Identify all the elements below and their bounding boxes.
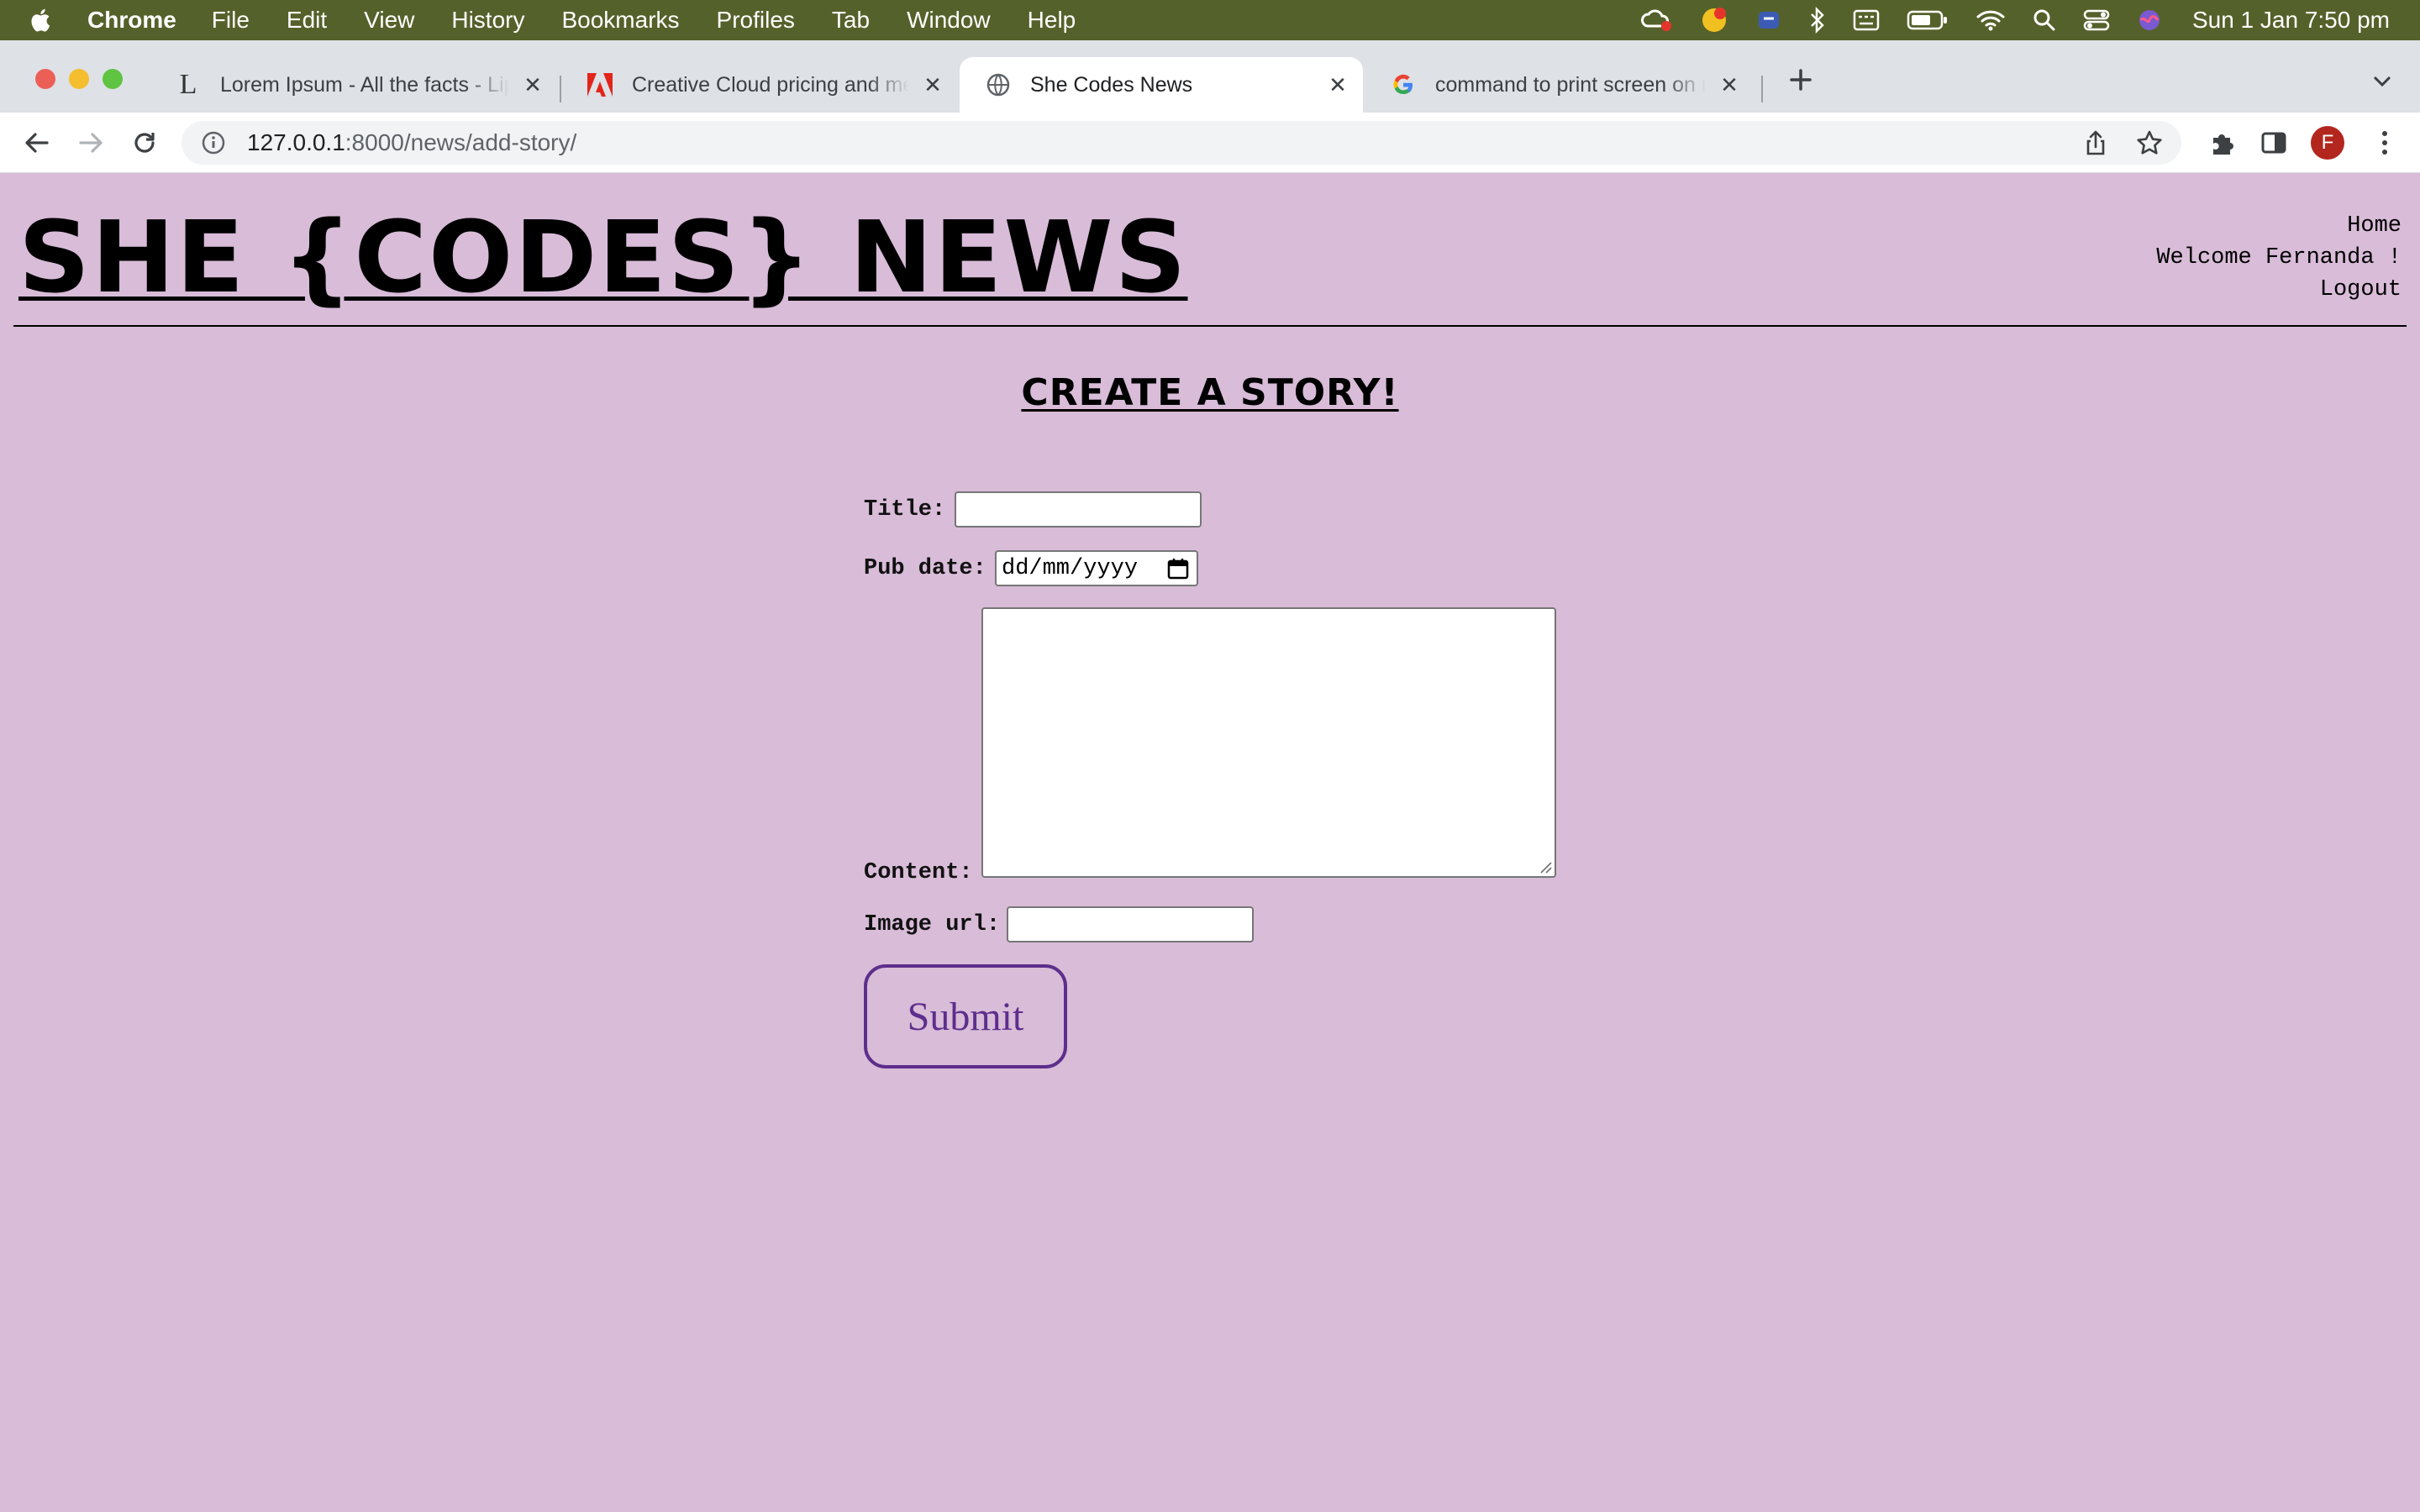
title-input[interactable] bbox=[955, 491, 1202, 528]
adobe-favicon-icon bbox=[587, 71, 613, 98]
tab-separator bbox=[1761, 76, 1763, 102]
menu-help[interactable]: Help bbox=[1028, 7, 1076, 34]
macos-menu-bar: Chrome File Edit View History Bookmarks … bbox=[0, 0, 2420, 40]
page-content: SHE {CODES} NEWS Home Welcome Fernanda !… bbox=[0, 173, 2420, 1512]
menu-file[interactable]: File bbox=[212, 7, 250, 34]
tab-title: She Codes News bbox=[1030, 72, 1193, 97]
url-path: :8000/news/add-story/ bbox=[345, 129, 577, 155]
side-panel-icon[interactable] bbox=[2255, 124, 2292, 161]
browser-tab-strip: L Lorem Ipsum - All the facts - Lipsum g… bbox=[0, 40, 2420, 113]
vpn-icon[interactable] bbox=[1755, 7, 1782, 34]
control-center-icon[interactable] bbox=[2083, 8, 2110, 32]
window-close-button[interactable] bbox=[35, 69, 55, 89]
menu-history[interactable]: History bbox=[451, 7, 524, 34]
address-bar[interactable]: 127.0.0.1:8000/news/add-story/ bbox=[182, 121, 2181, 165]
window-minimize-button[interactable] bbox=[69, 69, 89, 89]
menu-view[interactable]: View bbox=[364, 7, 414, 34]
menu-app-name[interactable]: Chrome bbox=[87, 7, 176, 34]
bluetooth-icon[interactable] bbox=[1809, 7, 1826, 34]
bookmark-star-icon[interactable] bbox=[2134, 128, 2165, 158]
tab-title: Creative Cloud pricing and membership pl… bbox=[632, 72, 909, 97]
tab-close-icon[interactable]: ✕ bbox=[921, 72, 944, 97]
calendar-icon[interactable] bbox=[1166, 557, 1190, 580]
google-favicon-icon bbox=[1390, 71, 1417, 98]
menu-bar-clock[interactable]: Sun 1 Jan 7:50 pm bbox=[2192, 7, 2390, 34]
url-host: 127.0.0.1 bbox=[247, 129, 345, 155]
tab-close-icon[interactable]: ✕ bbox=[1326, 72, 1349, 97]
tab-close-icon[interactable]: ✕ bbox=[1718, 72, 1741, 97]
browser-toolbar: 127.0.0.1:8000/news/add-story/ F bbox=[0, 113, 2420, 173]
content-textarea[interactable] bbox=[981, 607, 1556, 878]
window-zoom-button[interactable] bbox=[103, 69, 123, 89]
apple-icon[interactable] bbox=[30, 7, 59, 34]
pub-date-input[interactable]: dd/mm/yyyy bbox=[995, 550, 1198, 586]
tab-lorem-ipsum[interactable]: L Lorem Ipsum - All the facts - Lipsum g… bbox=[150, 57, 558, 113]
reload-icon[interactable] bbox=[126, 124, 163, 161]
extensions-puzzle-icon[interactable] bbox=[2203, 124, 2240, 161]
battery-icon[interactable] bbox=[1907, 9, 1949, 31]
lipsum-favicon-icon: L bbox=[179, 69, 197, 100]
tab-she-codes-news[interactable]: She Codes News ✕ bbox=[960, 57, 1363, 113]
textarea-resize-handle-icon[interactable] bbox=[1538, 859, 1553, 874]
globe-favicon-icon bbox=[985, 71, 1012, 98]
back-arrow-icon[interactable] bbox=[18, 124, 55, 161]
tab-google-search[interactable]: command to print screen on mac - Google … bbox=[1365, 57, 1754, 113]
profile-avatar[interactable]: F bbox=[2311, 126, 2344, 160]
title-label: Title: bbox=[864, 497, 946, 522]
site-title-link[interactable]: SHE {CODES} NEWS bbox=[18, 198, 1187, 318]
menu-bookmarks[interactable]: Bookmarks bbox=[561, 7, 679, 34]
content-label: Content: bbox=[864, 860, 973, 885]
header-divider bbox=[13, 325, 2407, 327]
submit-button[interactable]: Submit bbox=[864, 964, 1067, 1068]
pub-date-label: Pub date: bbox=[864, 556, 986, 581]
keyboard-input-icon[interactable] bbox=[1853, 8, 1880, 32]
image-url-label: Image url: bbox=[864, 912, 1001, 937]
siri-icon[interactable] bbox=[2137, 8, 2162, 33]
site-nav: Home Welcome Fernanda ! Logout bbox=[2156, 210, 2402, 306]
tab-title: Lorem Ipsum - All the facts - Lipsum gen… bbox=[220, 72, 509, 97]
tab-search-chevron-down-icon[interactable] bbox=[2368, 71, 2396, 91]
wifi-icon[interactable] bbox=[1975, 8, 2006, 32]
menu-tab[interactable]: Tab bbox=[832, 7, 870, 34]
creative-cloud-status-icon[interactable] bbox=[1639, 8, 1673, 33]
form-heading: CREATE A STORY! bbox=[1021, 371, 1399, 414]
notification-badge-icon[interactable] bbox=[1700, 6, 1728, 34]
spotlight-search-icon[interactable] bbox=[2033, 8, 2056, 32]
nav-logout-link[interactable]: Logout bbox=[2156, 274, 2402, 306]
chrome-menu-kebab-icon[interactable] bbox=[2366, 124, 2403, 161]
nav-welcome-text: Welcome Fernanda ! bbox=[2156, 245, 2402, 270]
tab-title: command to print screen on mac - Google … bbox=[1435, 72, 1706, 97]
share-icon[interactable] bbox=[2081, 128, 2111, 158]
site-info-icon[interactable] bbox=[200, 129, 227, 156]
pub-date-placeholder: dd/mm/yyyy bbox=[1002, 555, 1139, 581]
menu-edit[interactable]: Edit bbox=[287, 7, 327, 34]
forward-arrow-icon[interactable] bbox=[72, 124, 109, 161]
url-text[interactable]: 127.0.0.1:8000/news/add-story/ bbox=[247, 129, 576, 156]
menu-window[interactable]: Window bbox=[907, 7, 991, 34]
menu-profiles[interactable]: Profiles bbox=[717, 7, 795, 34]
tab-creative-cloud[interactable]: Creative Cloud pricing and membership pl… bbox=[561, 57, 958, 113]
nav-home-link[interactable]: Home bbox=[2156, 210, 2402, 242]
tab-close-icon[interactable]: ✕ bbox=[521, 72, 544, 97]
new-tab-plus-icon[interactable] bbox=[1786, 66, 1815, 94]
image-url-input[interactable] bbox=[1007, 906, 1254, 942]
